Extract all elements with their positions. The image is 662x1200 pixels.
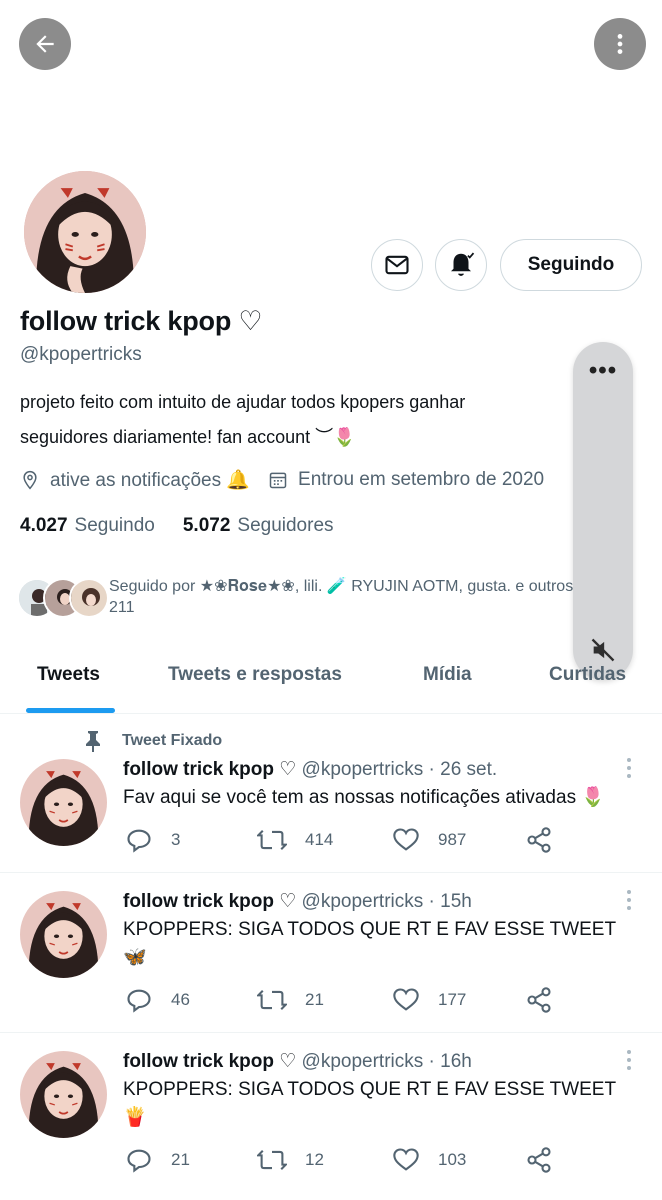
joined-date: Entrou em setembro de 2020 [298, 469, 545, 490]
following-button[interactable]: Seguindo [500, 239, 642, 291]
tweet-avatar[interactable] [20, 1051, 107, 1138]
heart-icon [393, 1148, 419, 1171]
tweet-author-name[interactable]: follow trick kpop ♡ [123, 891, 296, 912]
reply-button[interactable]: 3 [125, 826, 180, 854]
profile-avatar[interactable] [20, 167, 150, 297]
like-button[interactable]: 987 [392, 826, 466, 854]
share-button[interactable] [525, 986, 571, 1014]
tweet[interactable]: Tweet Fixado follow trick kpop ♡ @kpoper… [0, 714, 662, 873]
profile-tabs: Tweets Tweets e respostas Mídia Curtidas [0, 650, 662, 714]
back-button[interactable] [19, 18, 71, 70]
reply-count: 21 [171, 1150, 190, 1169]
calendar-icon [269, 472, 287, 489]
tweet-avatar[interactable] [20, 759, 107, 846]
reply-button[interactable]: 46 [125, 986, 190, 1014]
tweet-author-name[interactable]: follow trick kpop ♡ [123, 759, 296, 780]
tab-media[interactable]: Mídia [423, 664, 472, 686]
tweet-text: KPOPPERS: SIGA TODOS QUE RT E FAV ESSE T… [123, 1079, 616, 1128]
retweet-icon [257, 990, 287, 1010]
pinned-text: Tweet Fixado [122, 732, 223, 749]
tweet-handle-time: @kpopertricks · 15h [301, 891, 472, 912]
reply-icon [127, 989, 151, 1013]
arrow-left-icon [36, 35, 54, 53]
tab-likes[interactable]: Curtidas [549, 664, 626, 686]
floating-control-pill[interactable]: ••• [573, 342, 633, 680]
reply-count: 46 [171, 990, 190, 1009]
tweet-handle-time: @kpopertricks · 26 set. [301, 759, 498, 780]
tweet-menu-icon[interactable] [622, 758, 636, 778]
tweet-avatar[interactable] [20, 891, 107, 978]
pinned-label: Tweet Fixado [84, 730, 222, 752]
active-tab-indicator [26, 708, 115, 713]
bio-line: projeto feito com intuito de ajudar todo… [20, 392, 466, 412]
bio-line: seguidores diariamente! fan account ︶🌷 [20, 427, 356, 447]
tweet[interactable]: follow trick kpop ♡ @kpopertricks · 15h … [0, 873, 662, 1033]
followers-count[interactable]: 5.072 [183, 515, 231, 537]
tweet-header: follow trick kpop ♡ @kpopertricks · 26 s… [123, 758, 497, 781]
share-icon [527, 1147, 551, 1173]
tweet[interactable]: follow trick kpop ♡ @kpopertricks · 16h … [0, 1033, 662, 1200]
reply-button[interactable]: 21 [125, 1146, 190, 1174]
mail-icon [385, 255, 409, 275]
retweet-icon [257, 830, 287, 850]
like-count: 177 [438, 990, 467, 1009]
more-options-button[interactable] [594, 18, 646, 70]
share-button[interactable] [525, 1146, 571, 1174]
avatar [69, 578, 109, 618]
tweet-author-name[interactable]: follow trick kpop ♡ [123, 1051, 296, 1072]
retweet-count: 21 [305, 990, 324, 1009]
tweet-actions: 46 21 177 [125, 986, 565, 1016]
share-button[interactable] [525, 826, 571, 854]
followed-by-text[interactable]: Seguido por ★❀𝐑𝐨𝐬𝐞★❀, lili. 🧪 RYUJIN AOT… [109, 576, 579, 618]
tab-tweets[interactable]: Tweets [37, 664, 100, 686]
profile-stats: 4.027 Seguindo 5.072 Seguidores [20, 515, 362, 537]
like-count: 987 [438, 830, 467, 849]
profile-name: follow trick kpop ♡ [20, 306, 263, 336]
retweet-button[interactable]: 21 [257, 986, 324, 1014]
retweet-icon [257, 1150, 287, 1170]
tweet-header: follow trick kpop ♡ @kpopertricks · 15h [123, 890, 472, 913]
more-vertical-icon [617, 34, 623, 54]
retweet-button[interactable]: 12 [257, 1146, 324, 1174]
reply-icon [127, 829, 151, 853]
heart-icon [393, 988, 419, 1011]
pin-icon [86, 731, 100, 752]
location-text: ative as notificações 🔔 [50, 470, 251, 491]
tweet-menu-icon[interactable] [622, 1050, 636, 1070]
bell-check-icon [451, 252, 475, 276]
message-button[interactable] [371, 239, 423, 291]
location-pin-icon [23, 470, 37, 490]
profile-handle: @kpopertricks [20, 344, 142, 365]
following-label[interactable]: Seguindo [75, 515, 155, 537]
tweet-actions: 3 414 987 [125, 826, 565, 856]
retweet-count: 414 [305, 830, 334, 849]
share-icon [527, 827, 551, 853]
reply-count: 3 [171, 830, 181, 849]
tweet-text: Fav aqui se você tem as nossas notificaç… [123, 787, 606, 808]
retweet-button[interactable]: 414 [257, 826, 333, 854]
reply-icon [127, 1149, 151, 1173]
like-count: 103 [438, 1150, 467, 1169]
tweet-actions: 21 12 103 [125, 1146, 565, 1176]
retweet-count: 12 [305, 1150, 324, 1169]
tweet-text: KPOPPERS: SIGA TODOS QUE RT E FAV ESSE T… [123, 919, 616, 968]
like-button[interactable]: 103 [392, 1146, 466, 1174]
following-count[interactable]: 4.027 [20, 515, 68, 537]
like-button[interactable]: 177 [392, 986, 466, 1014]
followed-by-avatars[interactable] [17, 578, 109, 618]
profile-bio: projeto feito com intuito de ajudar todo… [20, 385, 560, 455]
tweet-handle-time: @kpopertricks · 16h [301, 1051, 472, 1072]
heart-icon [393, 828, 419, 851]
notifications-button[interactable] [435, 239, 487, 291]
pill-menu-dots[interactable]: ••• [573, 359, 633, 383]
tweet-menu-icon[interactable] [622, 890, 636, 910]
profile-meta: ative as notificações 🔔 Entrou em setemb… [20, 468, 562, 492]
share-icon [527, 987, 551, 1013]
tab-tweets-replies[interactable]: Tweets e respostas [168, 664, 342, 686]
followers-label[interactable]: Seguidores [237, 515, 333, 537]
tweet-header: follow trick kpop ♡ @kpopertricks · 16h [123, 1050, 472, 1073]
